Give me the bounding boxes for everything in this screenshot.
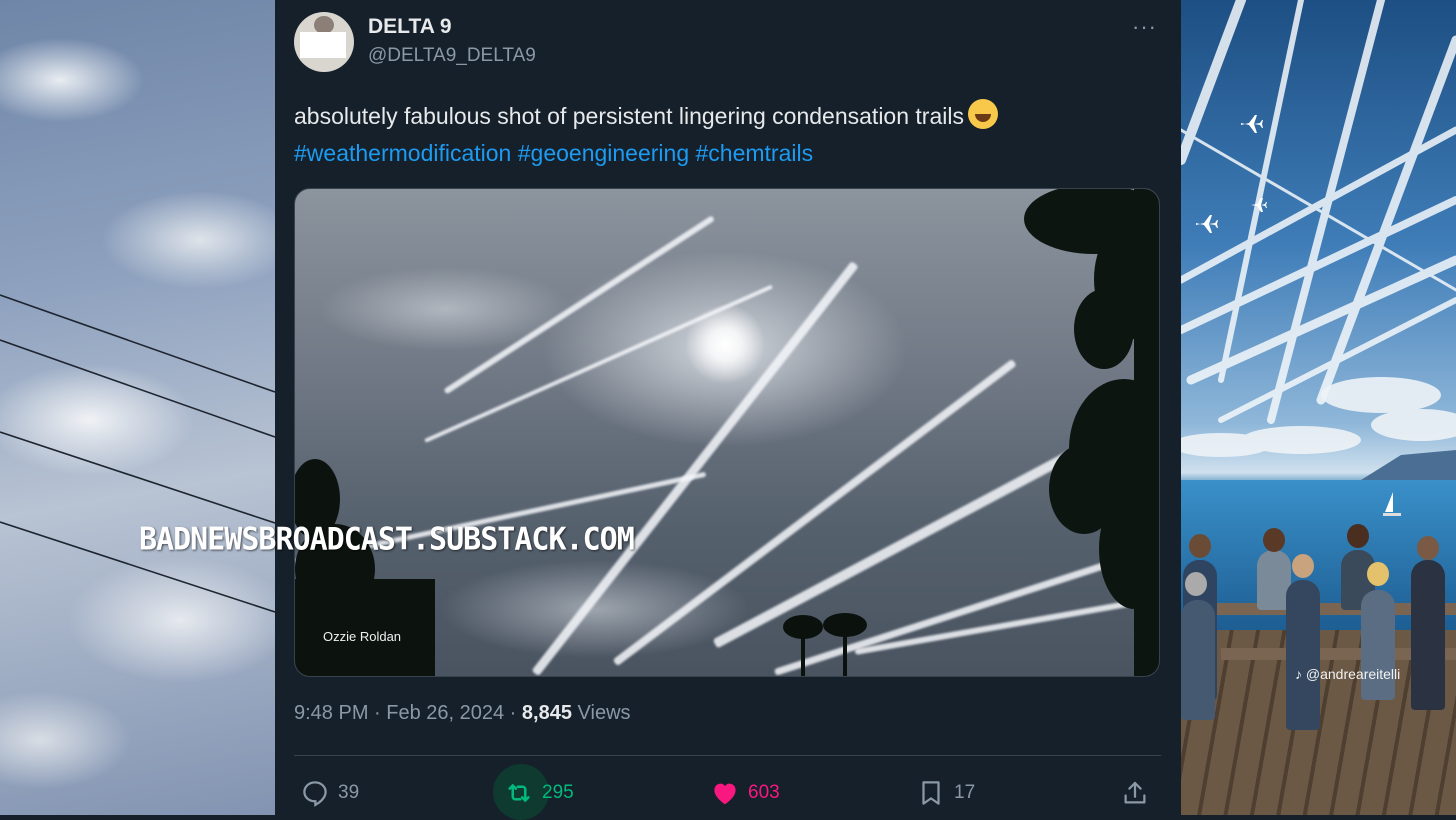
contrail: [443, 215, 716, 395]
illustration-credit: ♪ @andreareitelli: [1295, 666, 1401, 682]
tweet-timestamp[interactable]: 9:48 PM · Feb 26, 2024 ·: [294, 702, 522, 724]
person: [1361, 590, 1395, 700]
rolling-on-floor-laughing-icon: [967, 99, 998, 129]
person-head: [1292, 554, 1314, 578]
palm-trees: [783, 613, 867, 676]
retweet-icon: [508, 784, 530, 802]
views-count: 8,845: [521, 702, 572, 724]
bookmark-icon: [922, 781, 940, 805]
like-button[interactable]: 603: [710, 776, 780, 810]
heart-icon: [714, 783, 736, 805]
retweet-button[interactable]: 295: [504, 776, 574, 810]
substack-watermark: BADNEWSBROADCAST.SUBSTACK.COM: [139, 521, 635, 558]
avatar-sign: [300, 32, 346, 58]
sailboat-icon: [1383, 492, 1401, 516]
tweet-text: absolutely fabulous shot of persistent l…: [294, 98, 1154, 172]
person: [1411, 560, 1445, 710]
tweet-actions: 39 295 603 17: [275, 764, 1181, 820]
bookmark-count: 17: [954, 782, 976, 803]
bookmark-button[interactable]: 17: [916, 776, 975, 810]
tweet-metadata: 9:48 PM · Feb 26, 2024 · 8,845 Views: [294, 702, 631, 725]
person-head: [1417, 536, 1439, 560]
person-head: [1189, 534, 1211, 558]
tweet-body: absolutely fabulous shot of persistent l…: [294, 103, 964, 129]
left-sky-image: [0, 0, 275, 815]
author-name[interactable]: DELTA 9: [368, 15, 452, 39]
person-head: [1263, 528, 1285, 552]
person: [1286, 580, 1320, 730]
person-head: [1185, 572, 1207, 596]
avatar[interactable]: [294, 12, 354, 72]
tweet-photo[interactable]: Ozzie Roldan: [294, 188, 1160, 677]
person-head: [1367, 562, 1389, 586]
author-handle[interactable]: @DELTA9_DELTA9: [368, 45, 536, 67]
divider: [294, 755, 1161, 756]
person-head: [1347, 524, 1369, 548]
right-illustration-image: ♪ @andreareitelli: [1181, 0, 1456, 815]
illustration-contrails: [1181, 0, 1456, 480]
contrail: [424, 284, 773, 443]
photo-credit: Ozzie Roldan: [323, 629, 402, 644]
share-icon: [1124, 781, 1146, 804]
tree-silhouette-right: [1024, 189, 1159, 676]
reply-count: 39: [338, 782, 360, 803]
retweet-count: 295: [542, 782, 574, 803]
tweet-card[interactable]: DELTA 9 @DELTA9_DELTA9 ··· absolutely fa…: [275, 0, 1181, 820]
more-options-icon[interactable]: ···: [1132, 14, 1157, 40]
reply-button[interactable]: 39: [300, 776, 359, 810]
like-count: 603: [748, 782, 780, 803]
hashtag-links[interactable]: #weathermodification #geoengineering #ch…: [294, 140, 813, 166]
reply-icon: [303, 781, 327, 807]
person: [1181, 600, 1215, 720]
share-button[interactable]: [1120, 776, 1158, 810]
views-label: Views: [571, 702, 631, 724]
power-lines: [0, 294, 275, 613]
